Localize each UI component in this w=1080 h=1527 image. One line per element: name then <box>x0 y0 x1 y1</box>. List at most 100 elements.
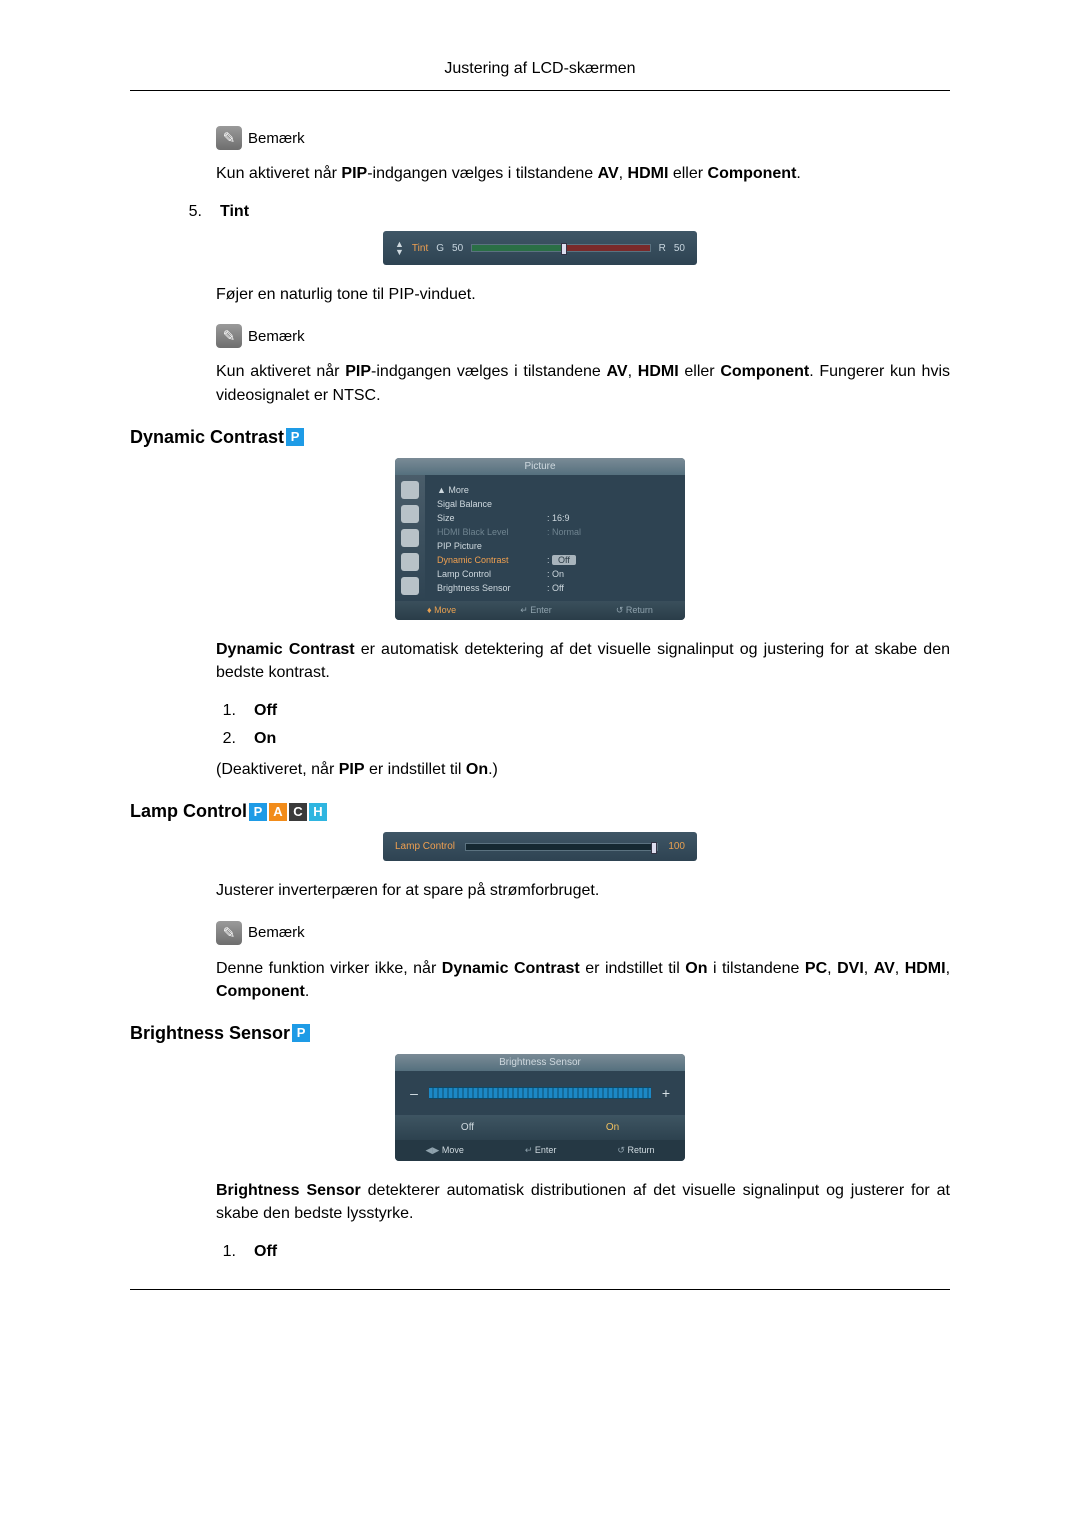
slider-knob <box>561 243 567 255</box>
heading-brightness-sensor: Brightness Sensor P <box>130 1023 950 1044</box>
osd-title: Picture <box>395 458 685 475</box>
t: ▲ More <box>437 485 547 495</box>
osd-content: ▲ More Sigal Balance Size: 16:9 HDMI Bla… <box>425 475 685 601</box>
osd-line: PIP Picture <box>437 539 673 553</box>
mode-badge-p: P <box>292 1024 310 1042</box>
osd-bs-slider-row: – + <box>395 1071 685 1115</box>
list-item: 2. On <box>216 730 950 748</box>
osd-lamp-slider <box>465 843 658 851</box>
t: .) <box>488 761 498 778</box>
note-icon: ✎ <box>216 126 242 150</box>
item-number: 5. <box>182 203 202 221</box>
bs-desc: Brightness Sensor detekterer automatisk … <box>216 1179 950 1225</box>
t: Move <box>442 1145 464 1155</box>
lamp-desc: Justerer inverterpæren for at spare på s… <box>216 879 950 902</box>
t: : On <box>547 569 564 579</box>
item-label: Off <box>254 1243 277 1261</box>
osd-bs-track <box>429 1087 651 1099</box>
t: Kun aktiveret når <box>216 363 345 380</box>
heading-dynamic-contrast: Dynamic Contrast P <box>130 427 950 448</box>
t: . <box>796 165 800 182</box>
item-number: 1. <box>216 702 236 720</box>
t: Denne funktion virker ikke, når <box>216 960 442 977</box>
osd-side-icon <box>401 553 419 571</box>
t: , <box>619 165 628 182</box>
dyn-note: (Deaktiveret, når PIP er indstillet til … <box>216 758 950 781</box>
tint-desc: Føjer en naturlig tone til PIP-vinduet. <box>216 283 950 306</box>
t: AV <box>607 363 628 380</box>
t: Component <box>708 165 797 182</box>
osd-lamp-value: 100 <box>668 841 685 852</box>
t: Return <box>627 1145 654 1155</box>
osd-line-selected: Dynamic Contrast: Off <box>437 553 673 567</box>
list-item: 1. Off <box>216 702 950 720</box>
item-label: Off <box>254 702 277 720</box>
osd-footer-enter: ↵ Enter <box>520 605 552 616</box>
osd-bs-off: Off <box>395 1115 540 1140</box>
t: HDMI Black Level <box>437 527 547 537</box>
t: On <box>466 761 488 778</box>
heading-text: Brightness Sensor <box>130 1023 290 1044</box>
osd-line: Sigal Balance <box>437 497 673 511</box>
item-number: 2. <box>216 730 236 748</box>
note-label: Bemærk <box>248 924 305 941</box>
t: PIP <box>341 165 367 182</box>
t: Component <box>720 363 809 380</box>
osd-footer-move: ◀▶ Move <box>426 1145 464 1156</box>
t: : Off <box>547 555 576 565</box>
t: -indgangen vælges i tilstandene <box>371 363 607 380</box>
t: AV <box>874 960 895 977</box>
osd-tint-gval: 50 <box>452 243 463 254</box>
note2-text: Kun aktiveret når PIP-indgangen vælges i… <box>216 360 950 406</box>
mode-badge-p: P <box>286 428 304 446</box>
osd-brightness-sensor: Brightness Sensor – + Off On ◀▶ Move ↵ E… <box>395 1054 685 1161</box>
osd-tint: ▲▼ Tint G 50 R 50 <box>383 231 697 265</box>
osd-body: ▲ More Sigal Balance Size: 16:9 HDMI Bla… <box>395 475 685 601</box>
heading-text: Dynamic Contrast <box>130 427 284 448</box>
osd-footer-return: ↺ Return <box>616 605 653 616</box>
t: (Deaktiveret, når <box>216 761 339 778</box>
osd-line-dim: HDMI Black Level: Normal <box>437 525 673 539</box>
osd-line-more: ▲ More <box>437 483 673 497</box>
t: HDMI <box>638 363 679 380</box>
osd-tint-label: Tint <box>412 243 428 254</box>
osd-lamp-control: Lamp Control 100 <box>383 832 697 861</box>
t: Brightness Sensor <box>437 583 547 593</box>
note-icon: ✎ <box>216 324 242 348</box>
osd-footer: ♦ Move ↵ Enter ↺ Return <box>395 601 685 620</box>
t: Move <box>434 605 456 615</box>
osd-bs-options: Off On <box>395 1115 685 1140</box>
t: : Off <box>547 583 564 593</box>
bs-desc-block: Brightness Sensor detekterer automatisk … <box>216 1179 950 1261</box>
t: HDMI <box>628 165 669 182</box>
t: Lamp Control <box>437 569 547 579</box>
t: Dynamic Contrast <box>442 960 580 977</box>
t: Dynamic Contrast <box>216 641 355 658</box>
item-label: On <box>254 730 276 748</box>
t: , <box>946 960 950 977</box>
osd-side-icon <box>401 529 419 547</box>
t: Brightness Sensor <box>216 1182 361 1199</box>
note-row: ✎ Bemærk <box>216 126 950 150</box>
osd-footer: ◀▶ Move ↵ Enter ↺ Return <box>395 1140 685 1161</box>
osd-footer-move: ♦ Move <box>427 605 456 616</box>
t: HDMI <box>905 960 946 977</box>
note-block-1: ✎ Bemærk Kun aktiveret når PIP-indgangen… <box>216 126 950 185</box>
osd-footer-return: ↺ Return <box>617 1145 654 1156</box>
osd-side-icon <box>401 577 419 595</box>
t: : 16:9 <box>547 513 570 523</box>
t: Size <box>437 513 547 523</box>
t: Sigal Balance <box>437 499 547 509</box>
t: Enter <box>530 605 552 615</box>
t: Kun aktiveret når <box>216 165 341 182</box>
plus-icon: + <box>661 1085 671 1101</box>
t: PC <box>805 960 827 977</box>
osd-bs-on: On <box>540 1115 685 1140</box>
mode-badge-h: H <box>309 803 327 821</box>
osd-tint-g: G <box>436 243 444 254</box>
t: Component <box>216 983 305 1000</box>
osd-line: Brightness Sensor: Off <box>437 581 673 595</box>
t: er indstillet til <box>365 761 466 778</box>
heading-text: Lamp Control <box>130 801 247 822</box>
osd-side-icon <box>401 505 419 523</box>
